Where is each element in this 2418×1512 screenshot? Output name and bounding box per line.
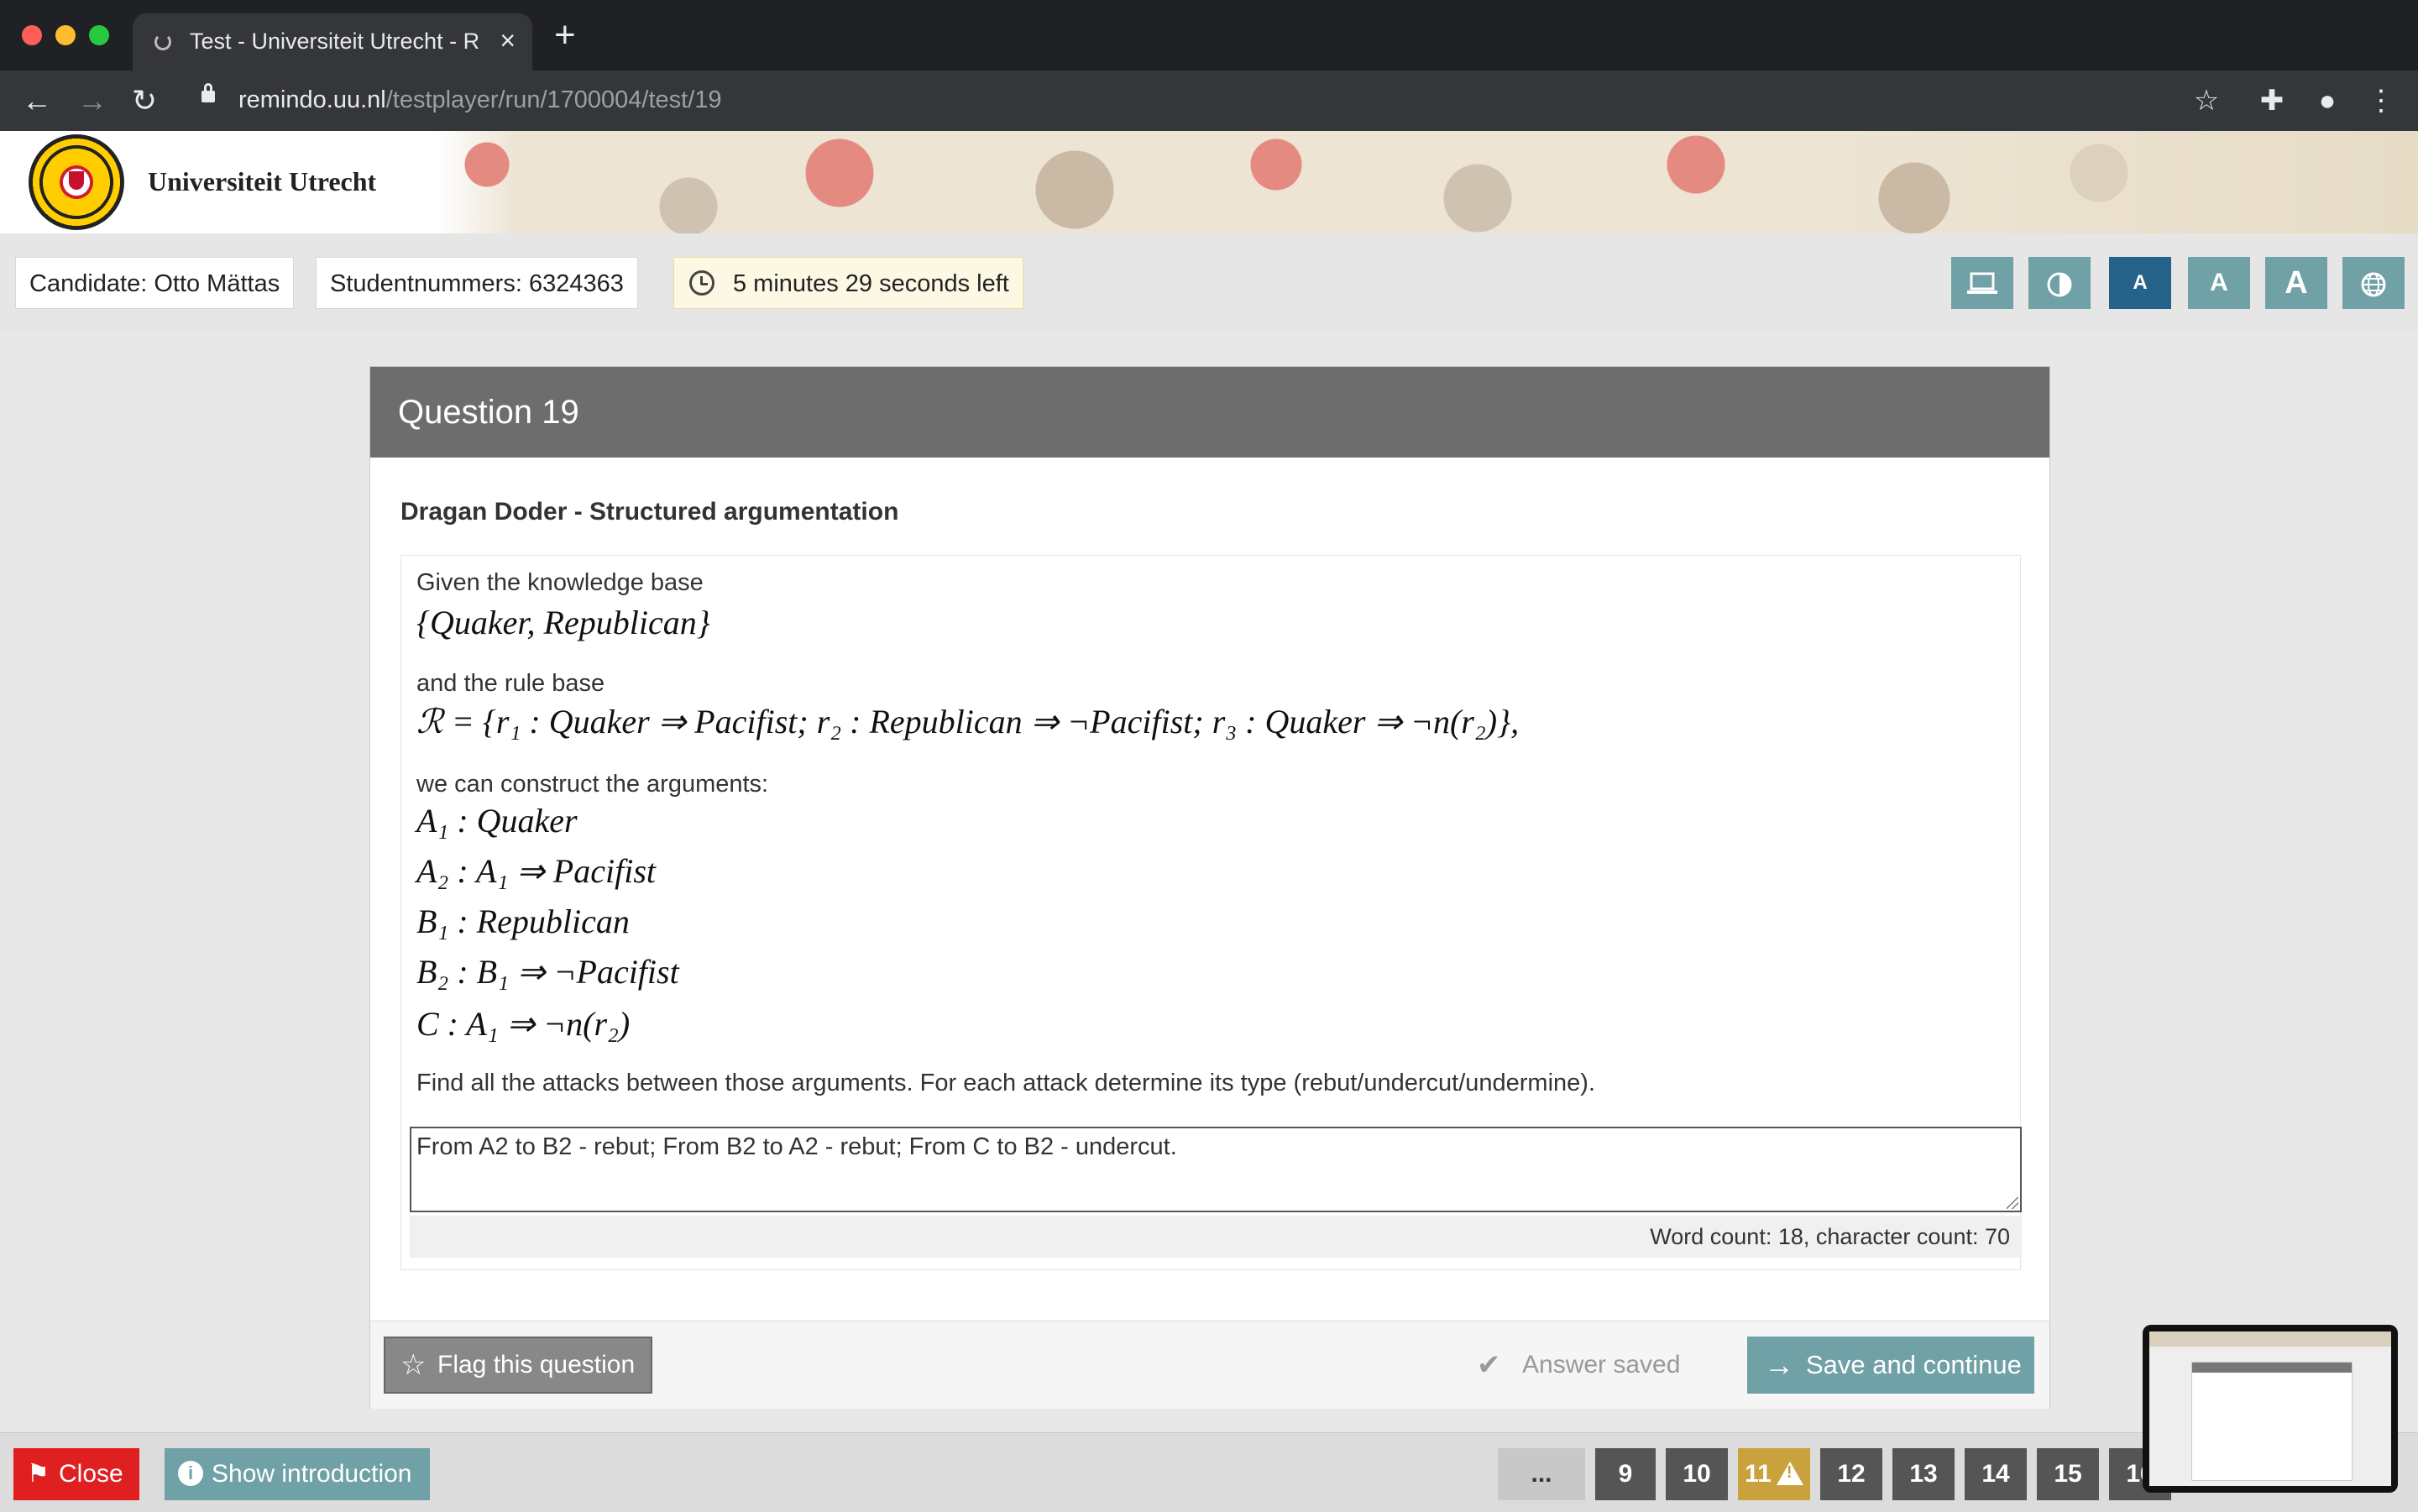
word-count: Word count: 18, character count: 70 xyxy=(410,1216,2022,1258)
candidate-name: Candidate: Otto Mättas xyxy=(15,257,295,309)
save-and-continue-label: Save and continue xyxy=(1806,1350,2022,1379)
close-label: Close xyxy=(59,1460,123,1488)
question-subtitle: Dragan Doder - Structured argumentation xyxy=(400,498,899,526)
rule-intro: and the rule base xyxy=(416,670,605,697)
kb-intro: Given the knowledge base xyxy=(416,569,704,596)
flag-question-button[interactable]: ☆ Flag this question xyxy=(384,1337,652,1394)
thumbnail-preview xyxy=(2149,1332,2391,1486)
university-logo xyxy=(29,134,124,230)
student-number: Studentnummers: 6324363 xyxy=(316,257,638,309)
page-11-label: 11 xyxy=(1745,1460,1772,1488)
show-introduction-button[interactable]: i Show introduction xyxy=(165,1448,430,1500)
question-title: Question 19 xyxy=(370,367,2049,458)
argument-item: B₂ : B₁ ⇒ ¬Pacifist xyxy=(416,953,679,991)
font-small-icon[interactable]: A xyxy=(2109,257,2171,309)
laptop-icon[interactable] xyxy=(1951,257,2013,309)
bottom-bar: ⚑ Close i Show introduction ... 9 10 11 … xyxy=(0,1432,2418,1512)
reload-icon[interactable]: ↻ xyxy=(126,82,163,119)
star-icon: ☆ xyxy=(400,1349,427,1381)
question-footer: ☆ Flag this question ✔ Answer saved → Sa… xyxy=(370,1321,2049,1409)
flag-icon: ⚑ xyxy=(27,1460,50,1488)
loading-icon xyxy=(154,34,171,50)
page-13-button[interactable]: 13 xyxy=(1892,1448,1955,1500)
rule-base: ℛ = {r₁ : Quaker ⇒ Pacifist; r₂ : Republ… xyxy=(416,703,1520,740)
timer-badge: 5 minutes 29 seconds left xyxy=(673,257,1023,309)
arrow-right-icon: → xyxy=(1764,1347,1794,1382)
font-medium-icon[interactable]: A xyxy=(2188,257,2250,309)
back-icon[interactable]: ← xyxy=(18,82,55,119)
globe-icon[interactable] xyxy=(2342,257,2405,309)
close-button[interactable]: ⚑ Close xyxy=(13,1448,139,1500)
screenshot-thumbnail[interactable] xyxy=(2143,1325,2398,1493)
lock-icon xyxy=(202,83,215,102)
resize-handle-icon[interactable] xyxy=(2007,1197,2018,1209)
info-icon: i xyxy=(178,1461,203,1486)
argument-item: B₁ : Republican xyxy=(416,902,630,940)
question-panel: Question 19 Dragan Doder - Structured ar… xyxy=(369,366,2050,1409)
page-9-button[interactable]: 9 xyxy=(1595,1448,1656,1500)
address-bar[interactable]: remindo.uu.nl/testplayer/run/1700004/tes… xyxy=(238,86,722,114)
new-tab-icon[interactable]: + xyxy=(554,17,576,54)
font-large-icon[interactable]: A xyxy=(2265,257,2327,309)
browser-tab-bar: Test - Universiteit Utrecht - Re × + xyxy=(0,0,2418,71)
forward-icon[interactable]: → xyxy=(74,82,111,119)
answer-textarea[interactable]: From A2 to B2 - rebut; From B2 to A2 - r… xyxy=(410,1127,2022,1212)
page-14-button[interactable]: 14 xyxy=(1965,1448,2027,1500)
check-icon: ✔ xyxy=(1477,1349,1501,1381)
question-body: Given the knowledge base {Quaker, Republ… xyxy=(400,555,2022,1270)
page-11-button[interactable]: 11 xyxy=(1738,1448,1810,1500)
knowledge-base: {Quaker, Republican} xyxy=(416,604,710,641)
page-15-button[interactable]: 15 xyxy=(2037,1448,2099,1500)
argument-item: C : A₁ ⇒ ¬n(r₂) xyxy=(416,1005,631,1043)
info-bar: Candidate: Otto Mättas Studentnummers: 6… xyxy=(0,233,2418,331)
close-window-icon[interactable] xyxy=(22,25,42,45)
url-path: /testplayer/run/1700004/test/19 xyxy=(385,86,722,113)
argument-item: A₂ : A₁ ⇒ Pacifist xyxy=(416,852,656,890)
minimize-window-icon[interactable] xyxy=(55,25,76,45)
more-pages-button[interactable]: ... xyxy=(1498,1448,1585,1500)
thumbnail-banner xyxy=(2149,1332,2391,1347)
timer-text: 5 minutes 29 seconds left xyxy=(733,270,1009,297)
browser-tab[interactable]: Test - Universiteit Utrecht - Re × xyxy=(133,13,532,71)
page-12-button[interactable]: 12 xyxy=(1820,1448,1882,1500)
menu-icon[interactable]: ⋮ xyxy=(2363,82,2400,119)
contrast-icon[interactable] xyxy=(2028,257,2091,309)
extensions-icon[interactable]: ✚ xyxy=(2253,82,2290,119)
thumbnail-card xyxy=(2191,1362,2353,1481)
brand-name: Universiteit Utrecht xyxy=(148,166,377,196)
task-text: Find all the attacks between those argum… xyxy=(416,1070,1596,1096)
bookmark-star-icon[interactable]: ☆ xyxy=(2188,82,2225,119)
warning-icon xyxy=(1776,1462,1803,1485)
tab-title: Test - Universiteit Utrecht - Re xyxy=(190,29,480,54)
tab-close-icon[interactable]: × xyxy=(500,25,516,56)
save-and-continue-button[interactable]: → Save and continue xyxy=(1747,1337,2034,1394)
browser-toolbar: ← → ↻ remindo.uu.nl/testplayer/run/17000… xyxy=(0,71,2418,131)
answer-saved-status: ✔ Answer saved xyxy=(1477,1337,1681,1394)
flag-question-label: Flag this question xyxy=(437,1351,636,1379)
answer-saved-label: Answer saved xyxy=(1522,1351,1681,1379)
arguments-intro: we can construct the arguments: xyxy=(416,771,769,798)
show-introduction-label: Show introduction xyxy=(212,1460,412,1488)
shield-icon xyxy=(69,171,84,190)
profile-icon[interactable]: ● xyxy=(2309,82,2346,119)
answer-text: From A2 to B2 - rebut; From B2 to A2 - r… xyxy=(416,1133,1177,1160)
page-10-button[interactable]: 10 xyxy=(1666,1448,1728,1500)
argument-item: A₁ : Quaker xyxy=(416,802,578,840)
banner-gears-image xyxy=(437,131,2418,233)
site-header: Universiteit Utrecht xyxy=(0,131,2418,233)
url-host: remindo.uu.nl xyxy=(238,86,386,113)
clock-icon xyxy=(689,270,714,296)
maximize-window-icon[interactable] xyxy=(89,25,109,45)
